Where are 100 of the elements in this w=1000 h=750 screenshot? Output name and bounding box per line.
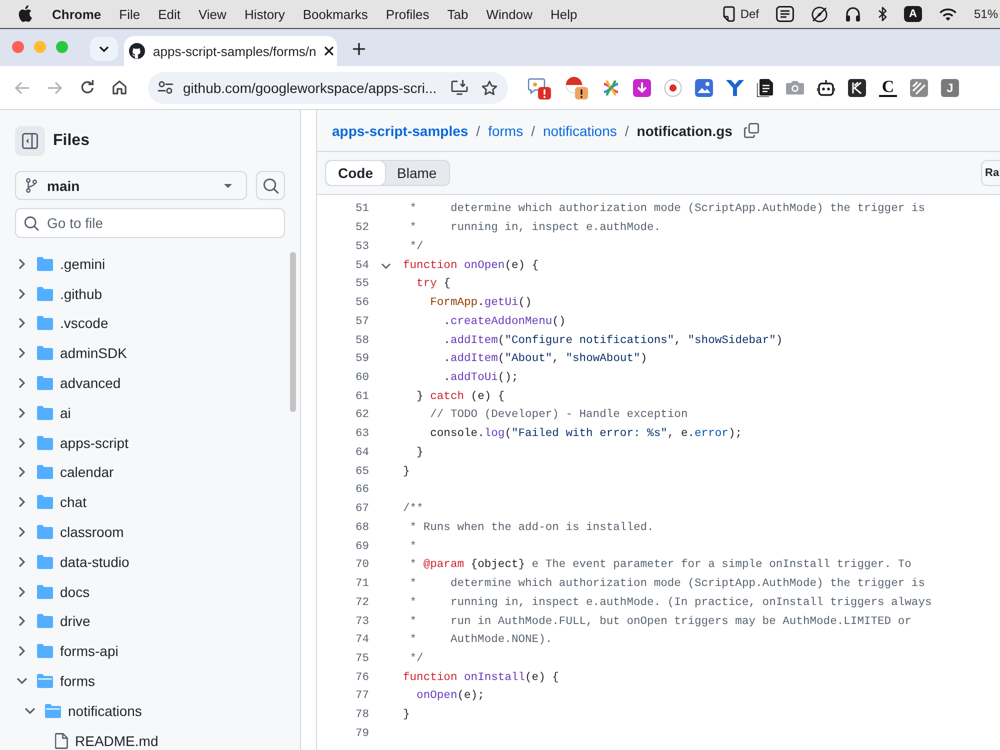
extension-letter[interactable]: C bbox=[879, 78, 897, 96]
compass-icon[interactable] bbox=[811, 6, 828, 22]
code-line: console.log("Failed with error: %s", e.error); bbox=[430, 428, 742, 440]
chevron-right-icon[interactable] bbox=[18, 526, 26, 538]
square-logo-icon[interactable] bbox=[848, 78, 866, 96]
path-separator: / bbox=[624, 122, 629, 138]
menu-item[interactable]: File bbox=[119, 6, 140, 22]
tree-item[interactable]: .vscode bbox=[37, 315, 108, 332]
apple-logo-icon[interactable] bbox=[18, 4, 32, 22]
tree-item[interactable]: README.md bbox=[53, 732, 158, 749]
code-line: } bbox=[403, 709, 410, 722]
chat-bubble-icon[interactable] bbox=[528, 76, 552, 100]
headphones-icon[interactable] bbox=[845, 6, 862, 22]
install-icon[interactable] bbox=[451, 80, 468, 95]
star-icon[interactable] bbox=[481, 80, 498, 96]
browser-tab[interactable]: apps-script-samples/forms/n bbox=[124, 36, 337, 66]
document-icon[interactable] bbox=[757, 78, 773, 96]
chevron-right-icon[interactable] bbox=[18, 645, 26, 658]
address-bar[interactable]: github.com/googleworkspace/apps-scri... bbox=[148, 72, 508, 104]
robot-icon[interactable] bbox=[817, 80, 835, 96]
tree-item[interactable]: .gemini bbox=[37, 256, 106, 272]
tab-search-button[interactable] bbox=[90, 36, 118, 60]
chevron-down-icon[interactable] bbox=[381, 262, 391, 269]
chevron-right-icon[interactable] bbox=[18, 466, 26, 478]
chevron-right-icon[interactable] bbox=[18, 317, 26, 330]
tree-item[interactable]: forms bbox=[37, 673, 95, 690]
chevron-down-icon[interactable] bbox=[24, 706, 36, 715]
code-line: } catch (e) { bbox=[416, 390, 505, 403]
y-shape-icon[interactable] bbox=[726, 78, 744, 96]
card-icon[interactable] bbox=[723, 6, 736, 22]
tree-item[interactable]: adminSDK bbox=[37, 345, 127, 362]
camera-icon[interactable] bbox=[786, 80, 804, 95]
chevron-right-icon[interactable] bbox=[18, 406, 26, 419]
tree-item[interactable]: .github bbox=[37, 286, 102, 302]
tree-item[interactable]: ai bbox=[37, 404, 71, 421]
code-line: * @param {object} e The event parameter for a simple onInstall trigger. To bbox=[410, 559, 912, 572]
record-icon[interactable] bbox=[664, 78, 682, 96]
tree-item[interactable]: classroom bbox=[37, 524, 124, 540]
tree-item[interactable]: calendar bbox=[37, 464, 114, 480]
picture-icon[interactable] bbox=[695, 78, 713, 96]
path-separator: / bbox=[531, 122, 535, 138]
branch-selector[interactable]: main bbox=[15, 171, 247, 200]
site-settings-icon[interactable] bbox=[158, 81, 173, 94]
tree-item[interactable]: chat bbox=[37, 494, 86, 510]
chevron-right-icon[interactable] bbox=[18, 347, 26, 360]
chevron-right-icon[interactable] bbox=[18, 288, 26, 300]
search-button[interactable] bbox=[256, 171, 285, 200]
line-number: 62 bbox=[354, 409, 369, 422]
chevron-down-icon[interactable] bbox=[16, 677, 28, 686]
folder-link[interactable]: notifications bbox=[542, 122, 617, 138]
view-tab[interactable]: Blame bbox=[385, 161, 449, 185]
tree-item[interactable]: data-studio bbox=[37, 554, 130, 570]
file-search-field[interactable]: Go to file bbox=[15, 208, 285, 238]
menu-item[interactable]: Tab bbox=[447, 6, 468, 22]
line-number: 64 bbox=[354, 446, 369, 459]
striped-square-icon[interactable] bbox=[910, 78, 928, 96]
line-number: 65 bbox=[354, 466, 369, 478]
tree-item[interactable]: drive bbox=[37, 613, 90, 630]
chevron-right-icon[interactable] bbox=[18, 496, 26, 508]
chevron-right-icon[interactable] bbox=[18, 615, 26, 628]
tree-item[interactable]: docs bbox=[37, 584, 90, 600]
scrollbar-thumb[interactable] bbox=[290, 252, 296, 412]
plus-icon[interactable] bbox=[353, 42, 365, 54]
chevron-right-icon[interactable] bbox=[18, 556, 26, 568]
input-source-indicator[interactable]: A bbox=[904, 6, 922, 22]
tree-item[interactable]: apps-script bbox=[37, 434, 128, 451]
folder-link[interactable]: forms bbox=[488, 122, 524, 138]
menu-item[interactable]: Bookmarks bbox=[302, 6, 368, 22]
menu-item[interactable]: View bbox=[198, 6, 226, 22]
extension-letter[interactable]: J bbox=[941, 78, 959, 96]
sidebar-toggle-button[interactable] bbox=[15, 126, 45, 156]
menu-item[interactable]: History bbox=[244, 6, 285, 22]
half-circle-icon[interactable] bbox=[565, 76, 589, 100]
tree-item[interactable]: forms-api bbox=[37, 643, 118, 660]
menu-item[interactable]: Profiles bbox=[386, 6, 430, 22]
menu-item[interactable]: Edit bbox=[158, 6, 180, 22]
tree-item[interactable]: advanced bbox=[37, 375, 121, 392]
list-box-icon[interactable] bbox=[776, 6, 794, 22]
chevron-right-icon[interactable] bbox=[18, 436, 26, 449]
chevron-right-icon[interactable] bbox=[18, 258, 26, 270]
raw-button[interactable]: Ra bbox=[981, 160, 1000, 186]
menu-item[interactable]: Help bbox=[550, 6, 578, 22]
folder-icon bbox=[37, 584, 53, 599]
menu-item[interactable]: Window bbox=[486, 6, 532, 22]
reload-icon[interactable] bbox=[80, 80, 95, 95]
download-icon[interactable] bbox=[633, 78, 651, 96]
close-icon[interactable] bbox=[324, 46, 334, 56]
chevron-right-icon[interactable] bbox=[18, 586, 26, 598]
chevron-right-icon[interactable] bbox=[18, 377, 26, 390]
knot-icon[interactable] bbox=[602, 78, 620, 96]
tree-item[interactable]: notifications bbox=[45, 702, 142, 719]
repo-link[interactable]: apps-script-samples bbox=[332, 122, 468, 138]
copy-icon[interactable] bbox=[744, 123, 760, 138]
view-tab[interactable]: Code bbox=[326, 161, 385, 185]
app-menu[interactable]: Chrome bbox=[52, 6, 102, 22]
wifi-icon[interactable] bbox=[938, 8, 957, 20]
line-number: 56 bbox=[354, 297, 369, 310]
home-icon[interactable] bbox=[112, 80, 127, 95]
bluetooth-icon[interactable] bbox=[878, 6, 888, 22]
code-line: * determine which authorization mode (ScriptApp.AuthMode) the trigger is bbox=[410, 578, 925, 590]
